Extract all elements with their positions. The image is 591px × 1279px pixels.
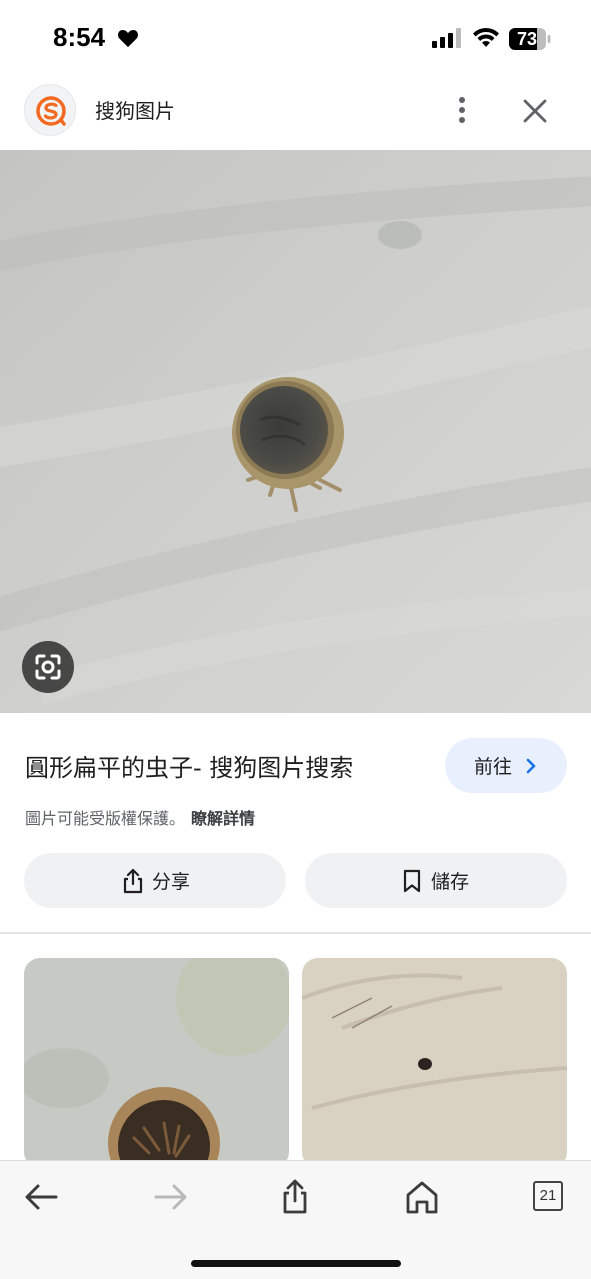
browser-toolbar: 21 xyxy=(0,1160,591,1279)
main-result-image[interactable] xyxy=(0,150,591,713)
site-header: 搜狗图片 xyxy=(0,80,591,142)
more-vertical-icon xyxy=(459,97,465,123)
close-button[interactable] xyxy=(518,94,552,128)
related-bug-image xyxy=(24,958,289,1168)
sogou-logo-icon xyxy=(36,96,66,126)
result-title: 圓形扁平的虫子- 搜狗图片搜索 xyxy=(25,754,354,782)
wifi-icon xyxy=(473,27,499,47)
tabs-button[interactable]: 21 xyxy=(526,1175,570,1219)
cellular-signal-icon xyxy=(432,28,461,48)
copyright-notice: 圖片可能受版權保護。 瞭解詳情 xyxy=(25,805,255,829)
copyright-text: 圖片可能受版權保護。 xyxy=(25,809,186,828)
battery-indicator: 73 xyxy=(509,28,551,50)
save-label: 儲存 xyxy=(431,871,470,893)
home-button[interactable] xyxy=(400,1175,444,1219)
related-wood-bug-image xyxy=(302,958,567,1168)
close-icon xyxy=(523,99,547,123)
status-bar: 8:54 73 xyxy=(0,0,591,76)
lens-icon xyxy=(35,654,61,680)
bookmark-icon xyxy=(403,869,421,893)
heart-icon xyxy=(118,30,138,48)
visit-button-label: 前往 xyxy=(474,756,513,778)
learn-more-link[interactable]: 瞭解詳情 xyxy=(191,809,255,828)
section-divider xyxy=(0,932,591,934)
related-image-2[interactable] xyxy=(302,958,567,1168)
google-lens-button[interactable] xyxy=(22,641,74,693)
site-title: 搜狗图片 xyxy=(95,99,175,123)
more-options-button[interactable] xyxy=(446,92,478,128)
visit-button[interactable]: 前往 xyxy=(445,738,567,793)
share-button[interactable]: 分享 xyxy=(24,853,286,908)
site-logo[interactable] xyxy=(24,84,76,136)
status-time: 8:54 xyxy=(53,22,106,52)
tabs-count: 21 xyxy=(533,1181,563,1211)
back-button[interactable] xyxy=(20,1175,64,1219)
battery-level: 73 xyxy=(516,29,538,49)
home-indicator[interactable] xyxy=(191,1260,401,1267)
related-image-1[interactable] xyxy=(24,958,289,1168)
forward-button[interactable] xyxy=(148,1175,192,1219)
browser-share-button[interactable] xyxy=(273,1175,317,1219)
share-icon xyxy=(283,1179,307,1214)
home-icon xyxy=(406,1181,438,1214)
save-button[interactable]: 儲存 xyxy=(305,853,567,908)
share-icon xyxy=(123,868,143,894)
bug-on-fabric-image xyxy=(0,150,591,713)
arrow-right-icon xyxy=(154,1184,187,1210)
chevron-right-icon xyxy=(526,758,536,774)
arrow-left-icon xyxy=(25,1184,58,1210)
share-label: 分享 xyxy=(152,871,191,893)
